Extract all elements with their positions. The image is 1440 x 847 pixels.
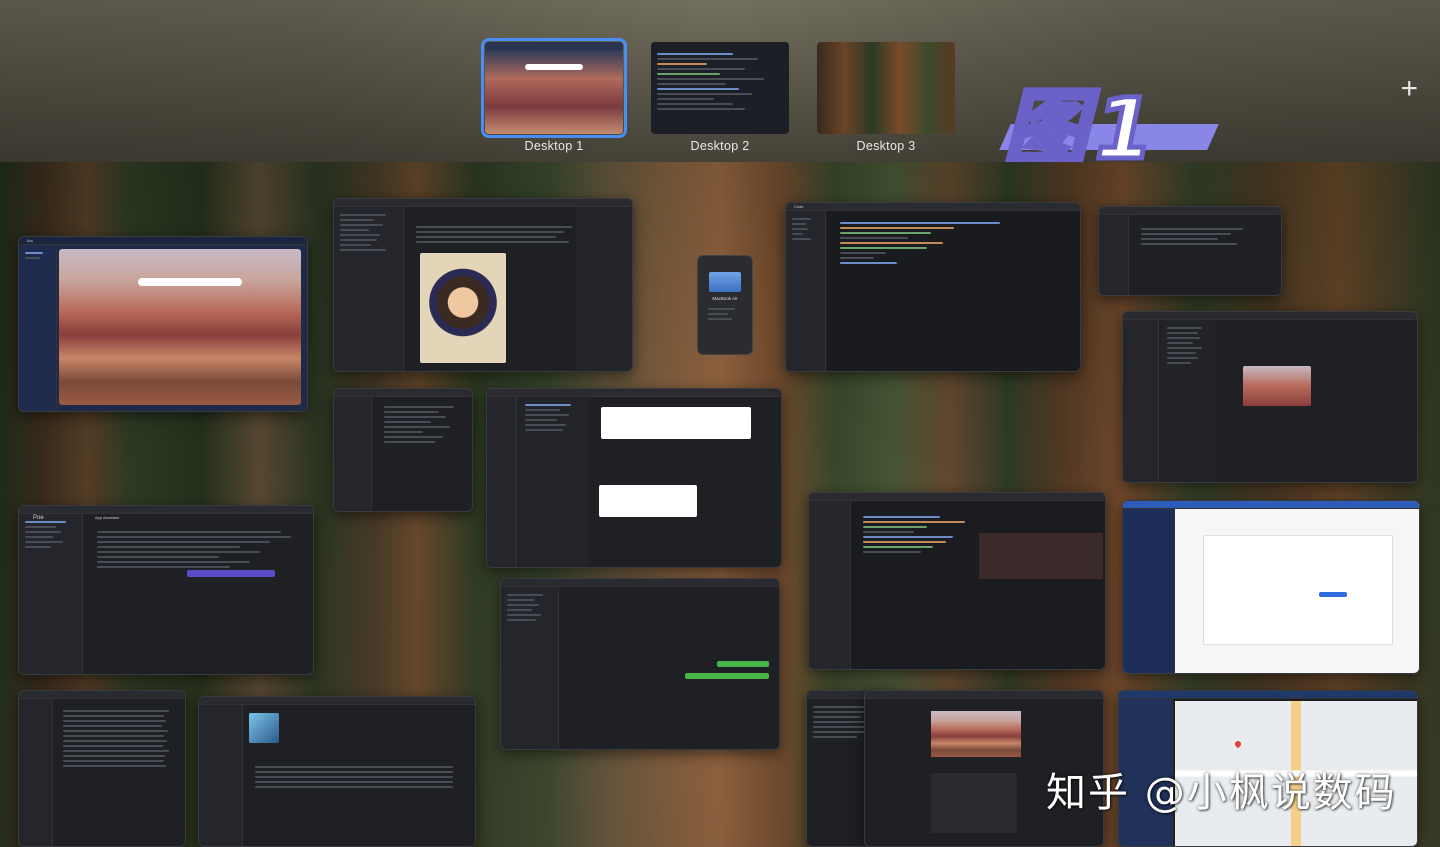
browser-window[interactable]: Arc — [18, 236, 308, 412]
space-thumbnail-desktop-1[interactable] — [481, 38, 627, 138]
poe-title: Poe — [33, 515, 44, 521]
code-editor-window[interactable]: Code — [785, 202, 1081, 372]
messenger-window[interactable] — [1122, 311, 1418, 483]
poe-header-name: App Assistant — [95, 515, 120, 520]
code-editor-title: Code — [794, 204, 804, 209]
space-thumbnail-desktop-2[interactable] — [651, 42, 789, 134]
settings-window[interactable] — [333, 388, 473, 512]
group-chat-window[interactable] — [500, 578, 780, 750]
ai-chat-window[interactable] — [333, 198, 633, 372]
shared-image[interactable] — [1243, 366, 1311, 406]
about-this-mac-window[interactable]: MacBook Air — [697, 255, 753, 355]
space-label-desktop-1: Desktop 1 — [524, 139, 584, 153]
browser-title: Arc — [27, 238, 33, 243]
search-input[interactable] — [138, 278, 242, 286]
ide-window[interactable] — [808, 492, 1106, 670]
web-login-window[interactable] — [1122, 500, 1420, 674]
music-player-window[interactable] — [198, 696, 476, 847]
space-label-desktop-2: Desktop 2 — [690, 139, 750, 153]
file-manager-window[interactable] — [18, 690, 186, 847]
laptop-icon — [709, 272, 741, 292]
watermark-badge: 图1 — [985, 68, 1219, 181]
space-thumbnail-desktop-3[interactable] — [817, 42, 955, 134]
wechat-window[interactable] — [486, 388, 782, 568]
finder-window[interactable] — [1098, 206, 1282, 296]
space-label-desktop-3: Desktop 3 — [856, 139, 916, 153]
zhihu-watermark: 知乎 @小枫说数码 — [1046, 770, 1397, 816]
add-space-button[interactable]: + — [1400, 74, 1418, 104]
poe-window[interactable]: Poe App Assistant — [18, 505, 314, 675]
generated-image[interactable] — [420, 253, 506, 363]
spaces-bar: Desktop 1 Desktop 2 Desktop 3 + — [0, 0, 1440, 162]
